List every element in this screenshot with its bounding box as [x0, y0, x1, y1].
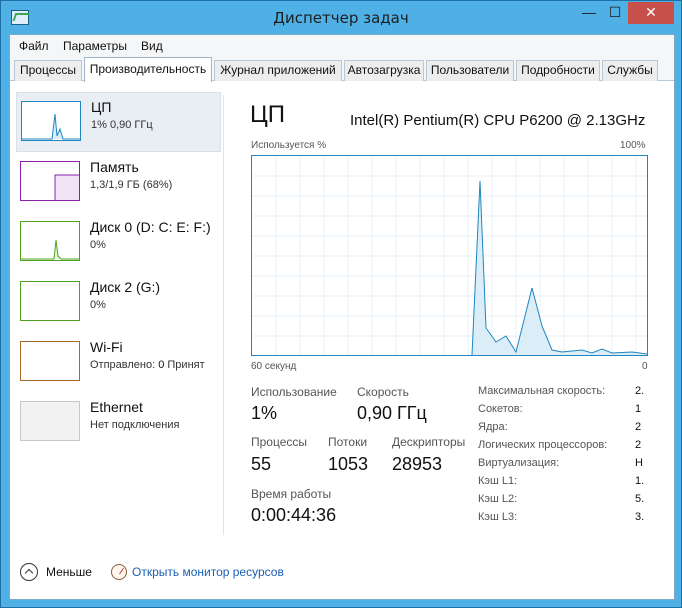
wifi-received-label: Принят [164, 359, 205, 371]
memory-mini-graph [20, 161, 80, 201]
graph-y-label: Используется % [251, 140, 327, 151]
disk2-mini-graph [20, 281, 80, 321]
cpu-model-name: Intel(R) Pentium(R) CPU P6200 @ 2.13GHz [350, 112, 646, 129]
virtualization-value: Н [635, 457, 643, 469]
disk0-mini-graph [20, 221, 80, 261]
sidebar-item-cpu[interactable]: ЦП 1% 0,90 ГГц [16, 92, 221, 152]
fewer-details-button[interactable]: Меньше [46, 565, 92, 579]
sockets-label: Сокетов: [478, 403, 523, 415]
sidebar-item-wifi[interactable]: Wi-Fi Отправлено: 0 Принят [16, 333, 221, 393]
max-speed-label: Максимальная скорость: [478, 385, 606, 397]
l2-cache-value: 5. [635, 493, 645, 505]
sidebar-item-detail: 1,3/1,9 ГБ (68%) [90, 179, 173, 191]
menu-view[interactable]: Вид [141, 39, 163, 53]
logical-processors-value: 2 [635, 439, 642, 451]
cores-label: Ядра: [478, 421, 508, 433]
close-button[interactable]: ✕ [628, 2, 674, 24]
sidebar-item-label: ЦП [91, 99, 112, 115]
tab-app-history[interactable]: Журнал приложений [214, 60, 342, 81]
sidebar-item-detail: Отправлено: 0 Принят [90, 359, 205, 371]
cores-value: 2 [635, 421, 642, 433]
sidebar-item-label: Память [90, 159, 139, 175]
virtualization-label: Виртуализация: [478, 457, 560, 469]
l1-cache-value: 1. [635, 475, 645, 487]
resource-monitor-icon[interactable] [111, 564, 127, 580]
tab-startup[interactable]: Автозагрузка [344, 60, 424, 81]
sidebar-item-label: Диск 0 (D: C: E: F:) [90, 219, 211, 235]
sidebar-item-detail: Нет подключения [90, 419, 180, 431]
l1-cache-label: Кэш L1: [478, 475, 518, 487]
max-speed-value: 2. [635, 385, 645, 397]
graph-max-label: 100% [620, 140, 646, 151]
uptime-label: Время работы [251, 487, 332, 501]
menu-bar: Файл Параметры Вид [10, 35, 674, 57]
cpu-usage-graph [251, 155, 648, 356]
threads-value: 1053 [328, 454, 369, 474]
tab-performance[interactable]: Производительность [84, 57, 212, 82]
usage-value: 1% [251, 403, 278, 423]
maximize-button[interactable]: ☐ [602, 2, 628, 24]
menu-options[interactable]: Параметры [63, 39, 127, 53]
sidebar-item-detail: 0% [90, 239, 106, 251]
sidebar-item-ethernet[interactable]: Ethernet Нет подключения [16, 393, 221, 453]
uptime-value: 0:00:44:36 [251, 505, 337, 525]
sockets-value: 1 [635, 403, 642, 415]
handles-label: Дескрипторы [392, 435, 466, 449]
sidebar-item-detail: 1% 0,90 ГГц [91, 119, 153, 131]
cpu-graph-svg [252, 156, 648, 356]
wifi-mini-graph [20, 341, 80, 381]
footer-bar: Меньше Открыть монитор ресурсов [10, 560, 674, 590]
usage-label: Использование [251, 385, 337, 399]
processes-value: 55 [251, 454, 272, 474]
sidebar-item-label: Ethernet [90, 399, 143, 415]
sidebar-item-label: Диск 2 (G:) [90, 279, 161, 295]
task-manager-window: Диспетчер задач — ☐ ✕ Файл Параметры Вид… [0, 0, 682, 608]
processes-label: Процессы [251, 435, 308, 449]
tab-users[interactable]: Пользователи [426, 60, 514, 81]
tab-details[interactable]: Подробности [516, 60, 600, 81]
l3-cache-value: 3. [635, 511, 645, 523]
tab-services[interactable]: Службы [602, 60, 658, 81]
graph-time-label: 60 секунд [251, 361, 297, 372]
ethernet-mini-graph [20, 401, 80, 441]
l2-cache-label: Кэш L2: [478, 493, 518, 505]
title-bar[interactable]: Диспетчер задач — ☐ ✕ [1, 1, 681, 35]
graph-min-label: 0 [642, 361, 648, 372]
handles-value: 28953 [392, 454, 443, 474]
tab-strip: Процессы Производительность Журнал прило… [10, 57, 674, 82]
threads-label: Потоки [328, 435, 368, 449]
cpu-mini-graph [21, 101, 81, 141]
page-title: ЦП [250, 101, 286, 128]
sidebar-item-disk0[interactable]: Диск 0 (D: C: E: F:) 0% [16, 213, 221, 273]
minimize-button[interactable]: — [576, 2, 602, 24]
sidebar-item-memory[interactable]: Память 1,3/1,9 ГБ (68%) [16, 153, 221, 213]
chevron-up-icon[interactable] [20, 563, 38, 581]
open-resource-monitor-link[interactable]: Открыть монитор ресурсов [132, 565, 284, 579]
speed-label: Скорость [357, 385, 409, 399]
menu-file[interactable]: Файл [19, 39, 49, 53]
wifi-sent-label: Отправлено: [90, 359, 159, 371]
sidebar-item-label: Wi-Fi [90, 339, 123, 355]
sidebar-divider [223, 95, 224, 535]
client-area: Файл Параметры Вид Процессы Производител… [9, 34, 675, 600]
logical-processors-label: Логических процессоров: [478, 439, 608, 451]
speed-value: 0,90 ГГц [357, 403, 427, 423]
sidebar-item-detail: 0% [90, 299, 106, 311]
sidebar-item-disk2[interactable]: Диск 2 (G:) 0% [16, 273, 221, 333]
l3-cache-label: Кэш L3: [478, 511, 518, 523]
tab-processes[interactable]: Процессы [14, 60, 82, 81]
